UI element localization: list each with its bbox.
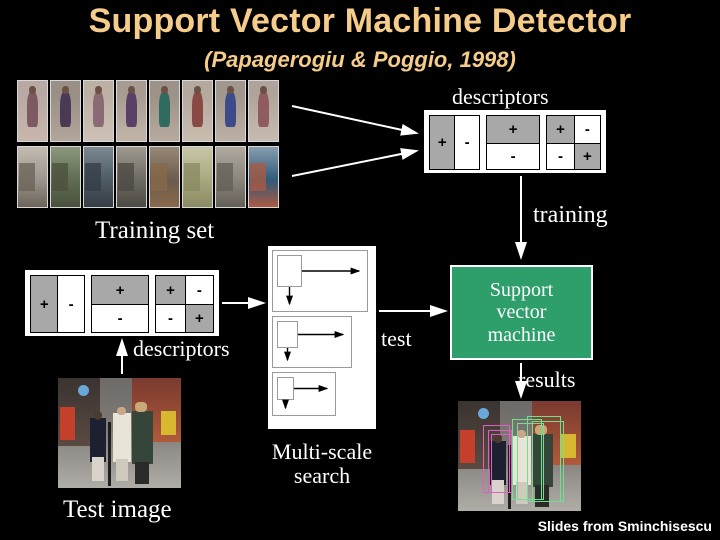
descriptor-part-minus: -	[454, 116, 479, 169]
sign-blue	[77, 384, 89, 396]
descriptor-part-plus: +	[91, 276, 149, 304]
results-arrow-label: results	[518, 367, 576, 392]
credit-text: Slides from Sminchisescu	[537, 518, 712, 534]
support-vector-machine-box: Support vector machine	[450, 265, 593, 360]
pedestrian-left-head	[93, 411, 103, 420]
multi-scale-panel-scale-large	[272, 250, 368, 312]
pedestrian-mid-legs	[115, 459, 129, 482]
multi-scale-panel-scale-medium	[272, 316, 352, 368]
descriptor-part-plus: +	[573, 142, 600, 169]
test-image-label: Test image	[63, 496, 172, 523]
pedestrian-right-coat	[131, 411, 153, 464]
lamp-post	[108, 422, 112, 486]
training-negative-strip	[17, 146, 279, 208]
descriptor-part-minus: -	[91, 304, 149, 332]
pedestrian-right-hat	[135, 402, 147, 413]
poster-red	[60, 406, 76, 440]
training-set-label: Training set	[95, 217, 215, 244]
descriptor-cell-checkerboard-four-part: + - - +	[155, 275, 214, 333]
descriptor-part-plus: +	[486, 116, 540, 143]
detection-box	[491, 434, 514, 494]
descriptors-panel-top: + - + - + - - +	[424, 110, 606, 173]
test-arrow-label: test	[381, 326, 412, 351]
training-arrow-label: training	[533, 202, 608, 228]
poster-red	[460, 429, 476, 463]
training-thumbnail	[248, 80, 279, 142]
descriptor-part-minus: -	[57, 276, 84, 332]
descriptor-part-plus: +	[31, 276, 58, 332]
pedestrian-mid-coat	[113, 413, 131, 462]
multi-scale-label-line2: search	[293, 463, 351, 488]
pedestrian-left-coat	[89, 417, 106, 462]
descriptor-cell-horizontal-two-part: + -	[90, 275, 150, 333]
training-thumbnail	[83, 80, 114, 142]
descriptor-part-minus: -	[486, 142, 540, 169]
training-thumbnail	[215, 80, 246, 142]
descriptor-part-plus: +	[184, 304, 213, 332]
svm-line-1: Support	[489, 278, 554, 301]
descriptor-cell-vertical-two-part: + -	[429, 115, 480, 170]
descriptors-panel-bottom: + - + - + - - +	[25, 270, 219, 336]
multi-scale-label-line1: Multi-scale	[271, 439, 373, 464]
multi-scale-panel-scale-small	[272, 372, 336, 416]
training-thumbnail	[17, 80, 48, 142]
training-thumbnail	[17, 146, 48, 208]
multi-scale-search-box	[268, 246, 376, 429]
page-subtitle: (Papagerogiu & Poggio, 1998)	[204, 47, 516, 72]
slide-canvas: Support Vector Machine Detector (Papager…	[0, 0, 720, 540]
training-thumbnail	[149, 146, 180, 208]
descriptor-part-plus: +	[430, 116, 455, 169]
descriptor-part-plus: +	[547, 116, 574, 143]
descriptors-bottom-label: descriptors	[133, 336, 230, 361]
svm-line-3: machine	[487, 323, 556, 346]
training-thumbnail	[50, 146, 81, 208]
svm-line-2: vector	[496, 301, 547, 324]
pedestrian-right-legs	[135, 461, 149, 484]
training-thumbnail	[215, 146, 246, 208]
descriptor-cell-checkerboard-four-part: + - - +	[546, 115, 601, 170]
training-thumbnail	[116, 146, 147, 208]
training-thumbnail	[50, 80, 81, 142]
training-positive-strip	[17, 80, 279, 142]
training-thumbnail	[116, 80, 147, 142]
pedestrian-mid-head	[117, 406, 126, 416]
descriptor-part-minus: -	[547, 142, 574, 169]
training-thumbnail	[83, 146, 114, 208]
training-thumbnail	[182, 146, 213, 208]
training-thumbnail	[149, 80, 180, 142]
training-thumbnail	[182, 80, 213, 142]
page-title: Support Vector Machine Detector	[88, 2, 632, 40]
training-thumbnail	[248, 146, 279, 208]
descriptor-part-plus: +	[156, 276, 185, 304]
descriptor-part-minus: -	[573, 116, 600, 143]
descriptor-part-minus: -	[184, 276, 213, 304]
descriptor-part-minus: -	[156, 304, 185, 332]
sign-yellow	[161, 411, 177, 436]
detection-box	[531, 420, 564, 503]
test-image-photo	[58, 378, 181, 488]
descriptor-cell-vertical-two-part: + -	[30, 275, 85, 333]
pedestrian-left-legs	[92, 457, 104, 482]
descriptor-cell-horizontal-two-part: + -	[485, 115, 541, 170]
sign-blue	[477, 407, 489, 419]
descriptors-top-label: descriptors	[452, 84, 549, 109]
results-image-photo	[458, 401, 581, 511]
